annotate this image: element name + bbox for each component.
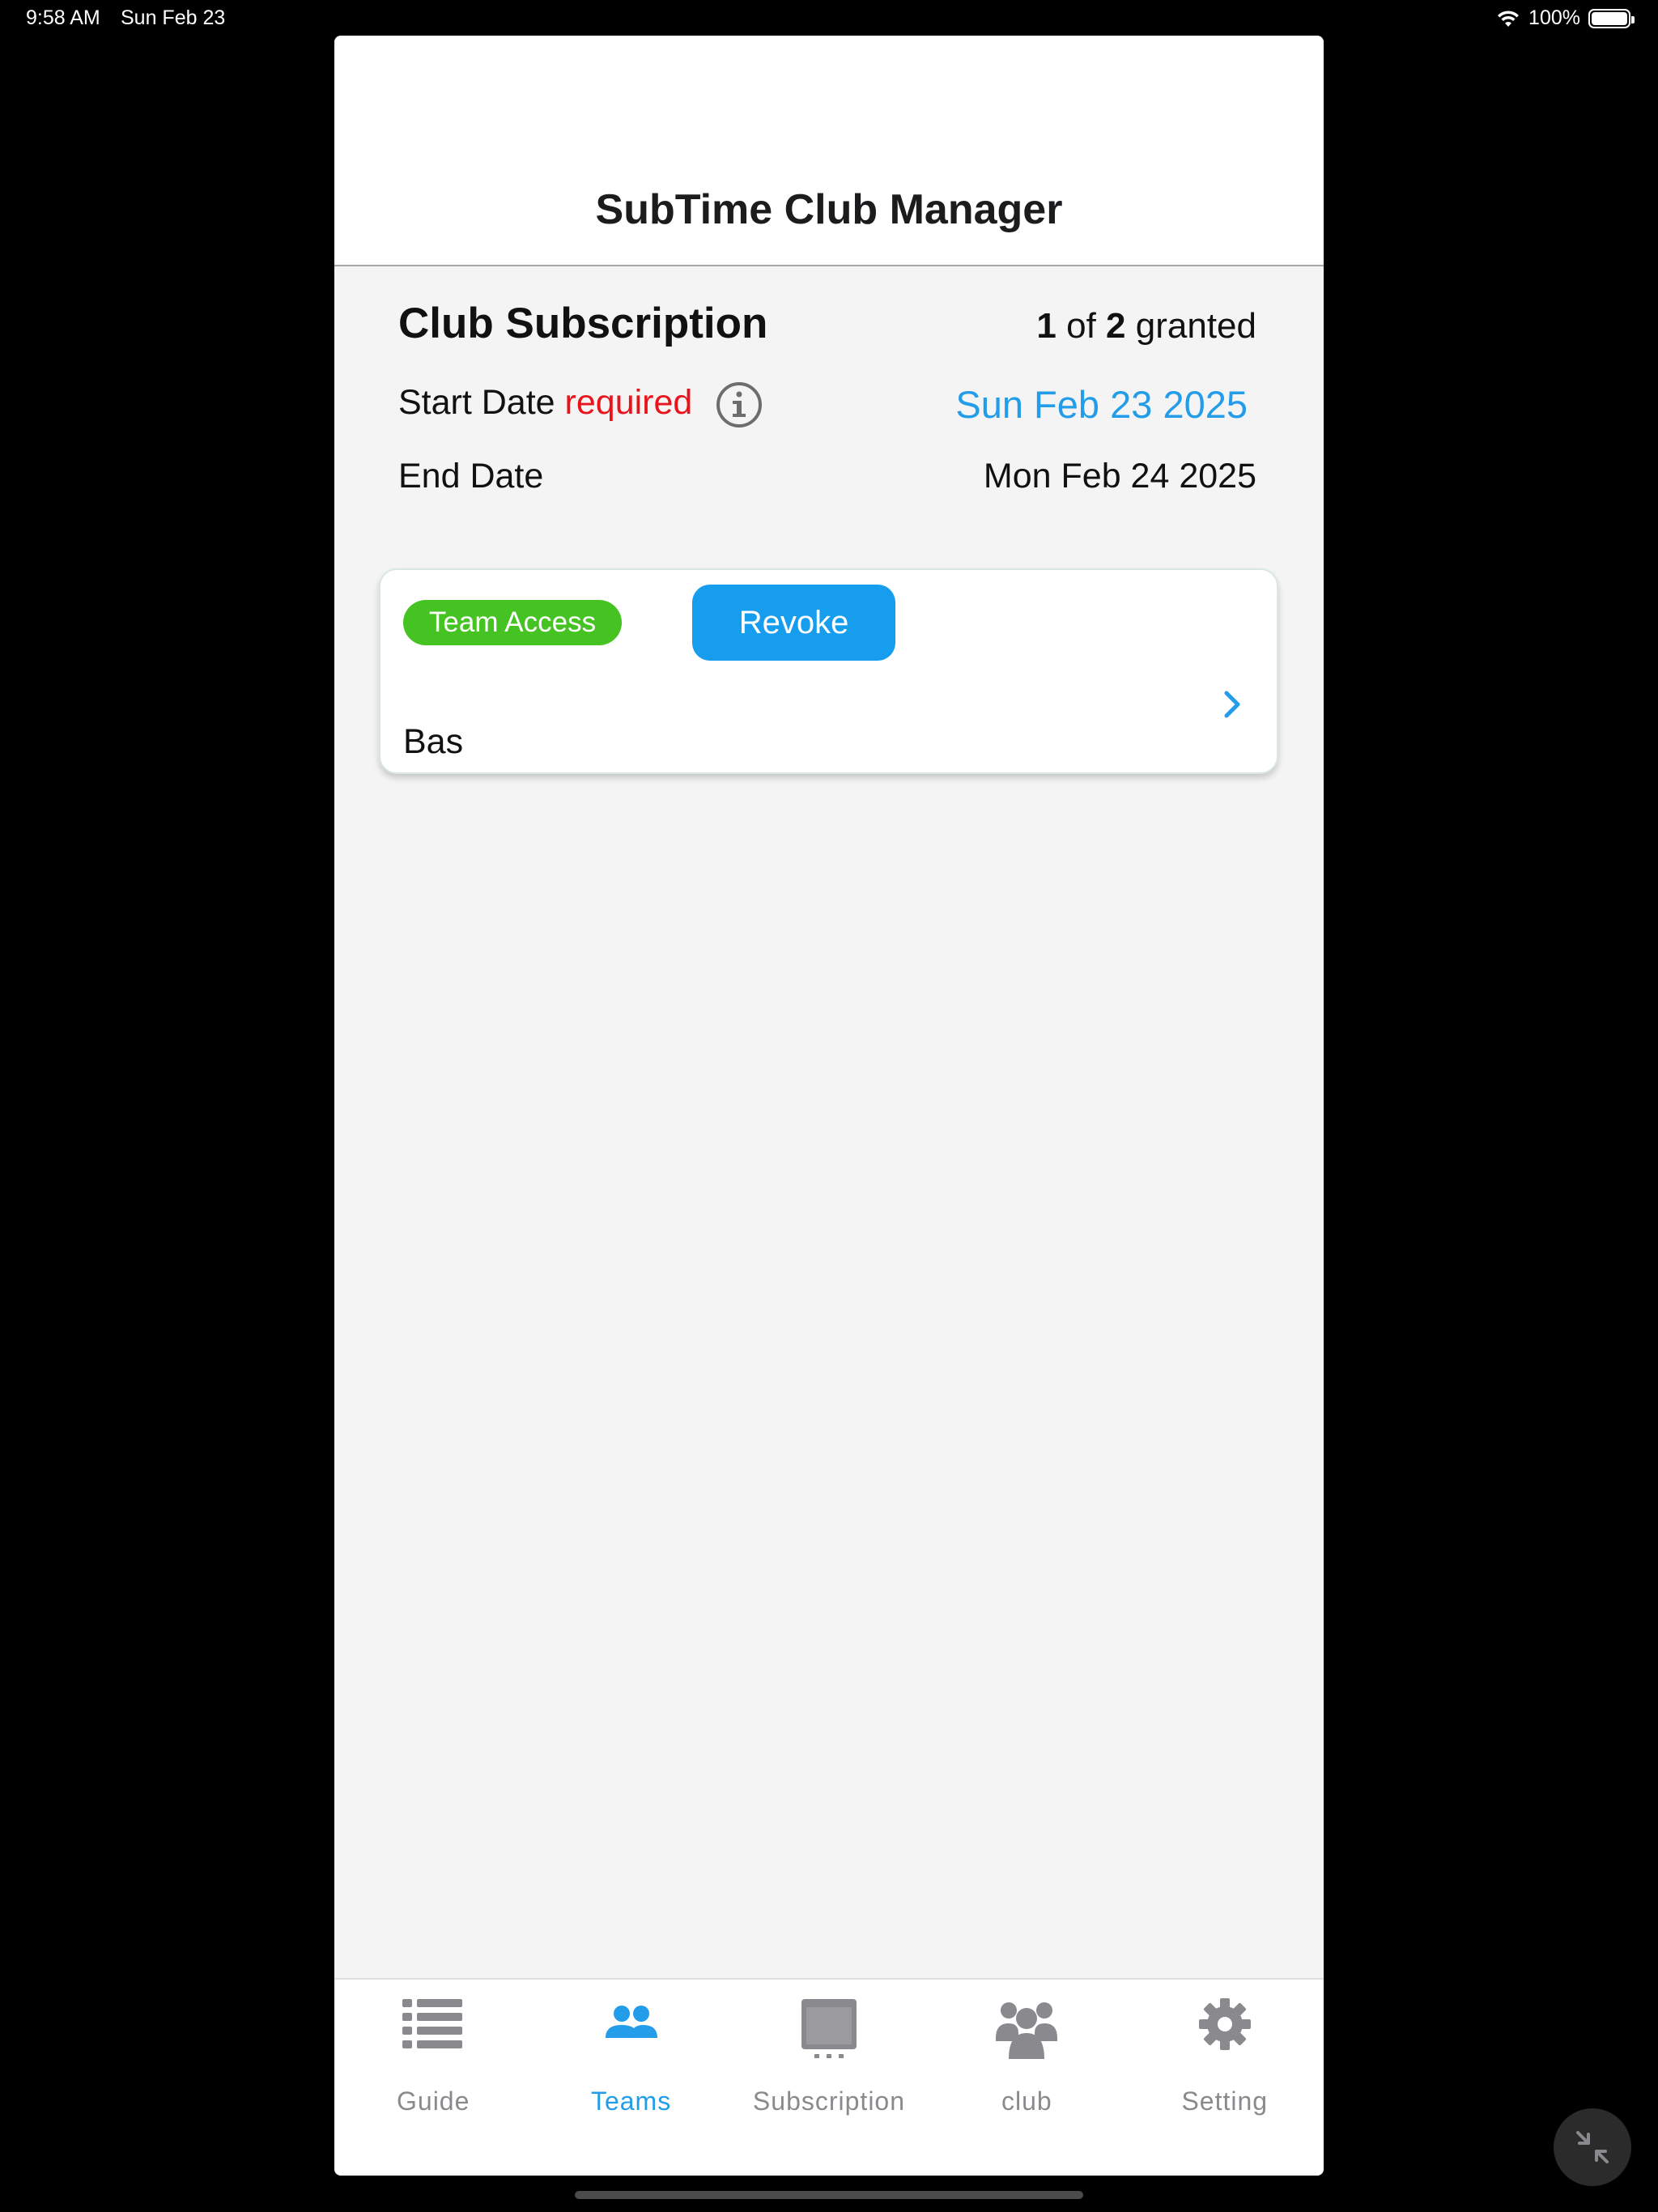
tab-club[interactable]: club (928, 1980, 1125, 2176)
tab-label: Teams (590, 2087, 672, 2116)
team-card[interactable]: Team Access Revoke Bas (379, 568, 1278, 774)
home-indicator[interactable] (575, 2191, 1083, 2199)
tab-subscription[interactable]: Subscription (730, 1980, 928, 2176)
battery-icon (1588, 8, 1635, 28)
tab-label: club (1001, 2087, 1052, 2116)
wifi-icon (1498, 10, 1520, 27)
navigation-header: SubTime Club Manager (334, 36, 1324, 266)
end-date-value: Mon Feb 24 2025 (983, 457, 1256, 496)
app-window: SubTime Club Manager Club Subscription 1… (334, 36, 1324, 2176)
tab-guide[interactable]: Guide (334, 1980, 532, 2176)
teams-icon (605, 2006, 657, 2038)
status-bar: 9:58 AM Sun Feb 23 100% (0, 0, 1658, 37)
info-icon[interactable] (715, 381, 763, 429)
granted-total: 2 (1106, 306, 1126, 346)
granted-summary: 1 of 2 granted (1036, 306, 1256, 347)
list-icon (402, 1999, 463, 2048)
required-label: required (564, 383, 693, 422)
battery-percentage: 100% (1528, 6, 1580, 29)
revoke-button[interactable]: Revoke (692, 585, 895, 661)
tab-setting[interactable]: Setting (1126, 1980, 1324, 2176)
status-date: Sun Feb 23 (121, 6, 226, 29)
subscription-icon (801, 1999, 857, 2058)
status-time: 9:58 AM (26, 6, 100, 29)
start-date-picker[interactable]: Sun Feb 23 2025 (955, 382, 1248, 427)
tab-label: Guide (397, 2087, 470, 2116)
team-name: Bas (403, 722, 464, 761)
tab-label: Setting (1181, 2087, 1269, 2116)
club-icon (996, 2002, 1058, 2059)
chevron-right-icon[interactable] (1220, 688, 1244, 721)
granted-word: granted (1135, 306, 1256, 346)
start-date-label: Start Date required (398, 383, 692, 423)
team-access-badge: Team Access (403, 600, 622, 645)
subscription-title: Club Subscription (398, 300, 768, 347)
gear-icon (1198, 1998, 1251, 2050)
granted-count: 1 (1036, 306, 1056, 346)
minimize-window-button[interactable] (1554, 2108, 1631, 2186)
tab-bar: Guide Teams Subscription club Setting (334, 1978, 1324, 2176)
collapse-icon (1576, 2131, 1609, 2163)
start-date-text: Start Date (398, 383, 555, 422)
tab-label: Subscription (752, 2087, 906, 2116)
tab-teams[interactable]: Teams (532, 1980, 729, 2176)
page-title: SubTime Club Manager (595, 186, 1063, 233)
granted-of: of (1066, 306, 1096, 346)
end-date-label: End Date (398, 457, 544, 496)
status-indicators: 100% (1496, 6, 1635, 30)
